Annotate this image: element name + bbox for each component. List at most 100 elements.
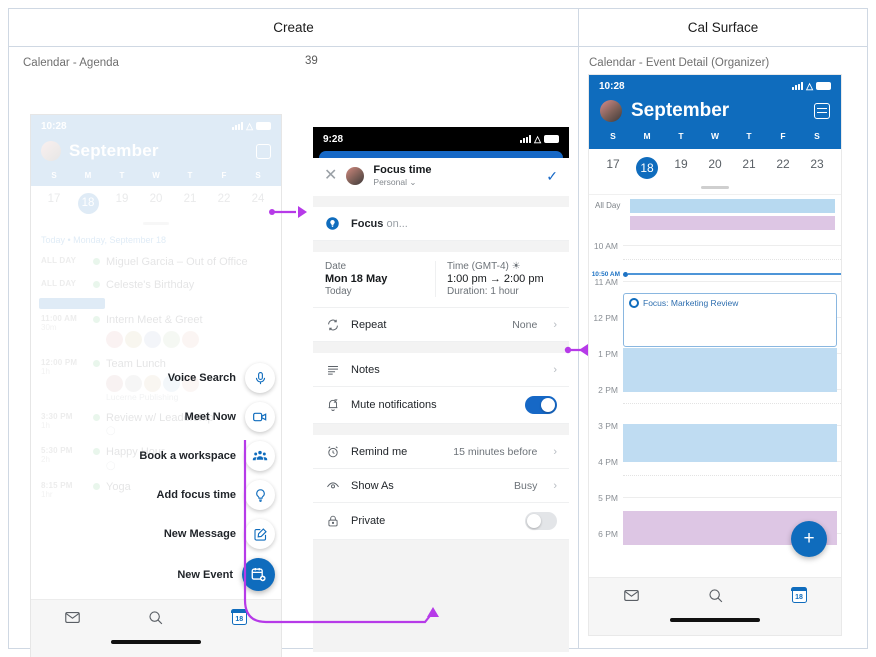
date-cell[interactable]: 22 xyxy=(207,193,241,214)
section-gap xyxy=(313,241,569,253)
battery-icon xyxy=(256,122,271,130)
compose-empty-area xyxy=(313,540,569,653)
compose-status-bar: 9:28 △ xyxy=(313,127,569,151)
notes-row[interactable]: Notes › xyxy=(313,353,569,388)
fab-label: New Event xyxy=(177,568,233,581)
calendar-color-dot xyxy=(93,281,100,289)
list-view-icon[interactable] xyxy=(256,143,271,159)
tab-calendar[interactable]: 18 xyxy=(198,608,281,625)
microphone-icon[interactable] xyxy=(245,363,275,393)
new-event-icon[interactable] xyxy=(242,558,275,591)
private-row[interactable]: Private xyxy=(313,503,569,541)
date-cell[interactable]: 21 xyxy=(732,157,766,179)
weekday: T xyxy=(678,131,684,141)
floating-action-menu: Voice Search Meet Now Book a workspace A… xyxy=(139,363,275,591)
hour-label: 6 PM xyxy=(598,528,618,539)
battery-icon xyxy=(816,82,831,90)
chevron-down-icon: ⌄ xyxy=(409,177,417,188)
event-block-blue[interactable] xyxy=(623,347,837,392)
date-cell[interactable]: 17 xyxy=(596,157,630,179)
date-sub: Today xyxy=(325,286,352,298)
cal-month-label[interactable]: September xyxy=(631,100,729,122)
agenda-header: 10:28 △ September S M T W T F S xyxy=(31,115,281,186)
date-cell[interactable]: 19 xyxy=(664,157,698,179)
event-focus-marketing-review[interactable]: Focus: Marketing Review xyxy=(623,292,837,347)
time-block[interactable]: Time (GMT-4) ☀ 1:00 pm → 2:00 pm Duratio… xyxy=(435,261,557,298)
fab-item-book-workspace[interactable]: Book a workspace xyxy=(139,441,275,471)
tab-mail[interactable] xyxy=(589,587,673,604)
date-cell[interactable]: 21 xyxy=(173,193,207,214)
current-time-indicator: 10:50 AM xyxy=(589,271,841,278)
tab-calendar[interactable]: 18 xyxy=(757,586,841,603)
section-gap xyxy=(313,342,569,354)
date-cell-selected[interactable]: 18 xyxy=(71,193,105,214)
account-selector[interactable]: Personal ⌄ xyxy=(373,177,431,188)
show-as-row[interactable]: Show As Busy › xyxy=(313,469,569,504)
drag-handle[interactable] xyxy=(143,222,169,225)
fab-item-voice-search[interactable]: Voice Search xyxy=(168,363,275,393)
tab-search[interactable] xyxy=(673,587,757,604)
fab-label: Add focus time xyxy=(156,489,236,501)
fab-item-new-event[interactable]: New Event xyxy=(177,558,275,591)
weekday: S xyxy=(255,171,261,180)
date-cell[interactable]: 22 xyxy=(766,157,800,179)
lightbulb-icon[interactable] xyxy=(245,480,275,510)
date-cell[interactable]: 23 xyxy=(800,157,834,179)
drag-handle[interactable] xyxy=(701,186,729,189)
weekday: S xyxy=(610,131,616,141)
mute-notifications-row[interactable]: Mute notifications xyxy=(313,387,569,425)
date-cell[interactable]: 17 xyxy=(37,193,71,214)
remind-me-row[interactable]: Remind me 15 minutes before › xyxy=(313,435,569,470)
mute-notifications-toggle[interactable] xyxy=(525,396,557,415)
repeat-row[interactable]: Repeat None › xyxy=(313,308,569,343)
cal-title-bar: September xyxy=(589,97,841,131)
avatar[interactable] xyxy=(41,141,61,161)
item-subject: Miguel Garcia – Out of Office xyxy=(106,255,248,268)
list-item[interactable]: 11:00 AM 30m Intern Meet & Greet xyxy=(31,309,281,353)
all-day-event-purple[interactable] xyxy=(630,215,835,230)
weekday: F xyxy=(780,131,786,141)
agenda-view-icon[interactable] xyxy=(814,103,830,119)
tab-mail[interactable] xyxy=(31,609,114,626)
agenda-month-label[interactable]: September xyxy=(69,141,159,161)
date-block[interactable]: Date Mon 18 May Today xyxy=(325,261,435,297)
avatar[interactable] xyxy=(600,100,622,122)
compose-mail-icon[interactable] xyxy=(245,519,275,549)
create-event-fab[interactable]: + xyxy=(791,521,827,557)
fab-item-meet-now[interactable]: Meet Now xyxy=(185,402,275,432)
day-timeline-grid[interactable]: 10 AM 11 AM 12 PM 1 PM 2 PM 3 PM 4 PM 5 … xyxy=(589,234,841,545)
fab-item-add-focus-time[interactable]: Add focus time xyxy=(157,480,275,510)
list-item[interactable]: ALL DAY Miguel Garcia – Out of Office xyxy=(31,251,281,275)
close-icon[interactable]: ✕ xyxy=(324,168,337,184)
section-gap xyxy=(313,424,569,436)
date-cell[interactable]: 20 xyxy=(139,193,173,214)
fab-label: Meet Now xyxy=(184,411,236,423)
attendee-avatars xyxy=(106,330,273,348)
battery-icon xyxy=(544,135,559,143)
date-cell[interactable]: 20 xyxy=(698,157,732,179)
date-cell[interactable]: 19 xyxy=(105,193,139,214)
fab-item-new-message[interactable]: New Message xyxy=(164,519,275,549)
create-cell: Calendar - Agenda 10:28 △ September S M … xyxy=(9,47,579,657)
cal-date-strip: 17 18 19 20 21 22 23 xyxy=(589,149,841,182)
list-item[interactable]: ALL DAY Celeste's Birthday xyxy=(31,274,281,298)
date-cell-selected[interactable]: 18 xyxy=(630,157,664,179)
event-block-blue[interactable] xyxy=(623,423,837,462)
date-cell[interactable]: 24 xyxy=(241,193,275,214)
focus-ring-icon xyxy=(629,297,639,308)
table-header-row: Create Cal Surface xyxy=(9,9,867,47)
focus-subject-row[interactable]: Focus on... xyxy=(313,207,569,242)
home-indicator xyxy=(670,618,760,622)
private-toggle[interactable] xyxy=(525,512,557,531)
time-value: 1:00 pm → 2:00 pm xyxy=(447,273,544,286)
section-gap xyxy=(313,196,569,208)
fab-label: New Message xyxy=(163,528,236,540)
checkmark-icon[interactable]: ✓ xyxy=(546,168,558,185)
all-day-event-blue[interactable] xyxy=(630,198,835,213)
people-group-icon[interactable] xyxy=(245,441,275,471)
cal-tab-bar: 18 xyxy=(589,577,841,635)
hour-label: 10 AM xyxy=(593,240,618,251)
video-camera-icon[interactable] xyxy=(245,402,275,432)
private-label: Private xyxy=(351,515,386,528)
tab-search[interactable] xyxy=(114,609,197,626)
